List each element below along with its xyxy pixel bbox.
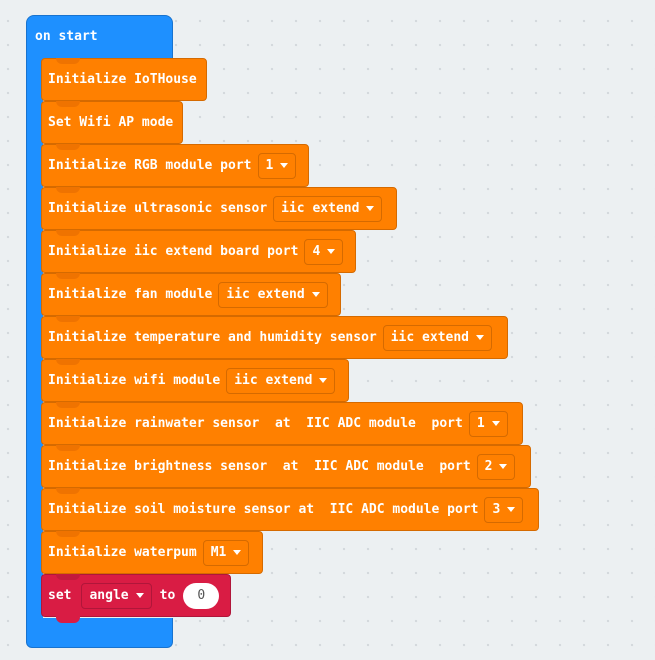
- block-label: Initialize iic extend board port: [48, 244, 299, 259]
- block-set-wifi-ap[interactable]: Set Wifi AP mode: [41, 101, 183, 144]
- on-start-footer: [26, 618, 173, 648]
- caret-down-icon: [499, 464, 508, 469]
- dropdown-value: M1: [210, 545, 227, 560]
- variable-dropdown[interactable]: angle: [81, 582, 152, 609]
- block-init-rgb[interactable]: Initialize RGB module port 1: [41, 144, 309, 187]
- caret-down-icon: [311, 292, 320, 297]
- block-init-wifi[interactable]: Initialize wifi module iic extend: [41, 359, 349, 402]
- block-label: Set Wifi AP mode: [48, 115, 174, 130]
- block-label: Initialize IoTHouse: [48, 72, 197, 87]
- caret-down-icon: [366, 206, 375, 211]
- caret-down-icon: [280, 163, 289, 168]
- motor-dropdown[interactable]: M1: [202, 539, 250, 566]
- block-set-variable[interactable]: set angle to 0: [41, 574, 231, 623]
- on-start-label: on start: [35, 29, 98, 44]
- block-label: Initialize waterpum: [48, 545, 197, 560]
- block-init-ultrasonic[interactable]: Initialize ultrasonic sensor iic extend: [41, 187, 397, 230]
- block-label: Initialize rainwater sensor at IIC ADC m…: [48, 416, 463, 431]
- block-init-soil-moisture[interactable]: Initialize soil moisture sensor at IIC A…: [41, 488, 539, 531]
- dropdown-value: iic extend: [281, 201, 360, 216]
- block-label: Initialize RGB module port: [48, 158, 252, 173]
- block-label: Initialize ultrasonic sensor: [48, 201, 268, 216]
- dropdown-value: iic extend: [390, 330, 470, 345]
- caret-down-icon: [491, 421, 500, 426]
- block-label: Initialize soil moisture sensor at IIC A…: [48, 502, 479, 517]
- caret-down-icon: [233, 550, 242, 555]
- block-label: Initialize wifi module: [48, 373, 221, 388]
- block-init-iic-extend[interactable]: Initialize iic extend board port 4: [41, 230, 356, 273]
- value-input[interactable]: 0: [183, 582, 220, 609]
- to-label: to: [159, 588, 176, 603]
- caret-down-icon: [327, 249, 336, 254]
- port-dropdown[interactable]: iic extend: [382, 324, 493, 351]
- on-start-block[interactable]: on start: [26, 15, 173, 60]
- port-dropdown[interactable]: 1: [468, 410, 508, 437]
- dropdown-value: angle: [89, 588, 129, 603]
- block-init-fan[interactable]: Initialize fan module iic extend: [41, 273, 341, 316]
- dropdown-value: 2: [484, 459, 493, 474]
- block-label: Initialize brightness sensor at IIC ADC …: [48, 459, 471, 474]
- port-dropdown[interactable]: 2: [476, 453, 516, 480]
- block-label: Initialize temperature and humidity sens…: [48, 330, 377, 345]
- caret-down-icon: [476, 335, 485, 340]
- block-init-waterpump[interactable]: Initialize waterpum M1: [41, 531, 263, 574]
- dropdown-value: iic extend: [234, 373, 313, 388]
- port-dropdown[interactable]: 1: [257, 152, 297, 179]
- dropdown-value: 1: [265, 158, 274, 173]
- dropdown-value: 1: [476, 416, 485, 431]
- block-init-brightness[interactable]: Initialize brightness sensor at IIC ADC …: [41, 445, 531, 488]
- dropdown-value: iic extend: [226, 287, 305, 302]
- caret-down-icon: [507, 507, 516, 512]
- port-dropdown[interactable]: iic extend: [226, 367, 336, 394]
- block-init-rainwater[interactable]: Initialize rainwater sensor at IIC ADC m…: [41, 402, 523, 445]
- port-dropdown[interactable]: 3: [484, 496, 524, 523]
- block-init-iothouse[interactable]: Initialize IoTHouse: [41, 58, 207, 101]
- caret-down-icon: [319, 378, 328, 383]
- block-label: Initialize fan module: [48, 287, 213, 302]
- dropdown-value: 4: [312, 244, 321, 259]
- port-dropdown[interactable]: 4: [304, 238, 344, 265]
- block-init-temp-humidity[interactable]: Initialize temperature and humidity sens…: [41, 316, 508, 359]
- set-label: set: [48, 588, 72, 603]
- port-dropdown[interactable]: iic extend: [273, 195, 383, 222]
- caret-down-icon: [135, 593, 144, 598]
- dropdown-value: 3: [492, 502, 501, 517]
- port-dropdown[interactable]: iic extend: [218, 281, 328, 308]
